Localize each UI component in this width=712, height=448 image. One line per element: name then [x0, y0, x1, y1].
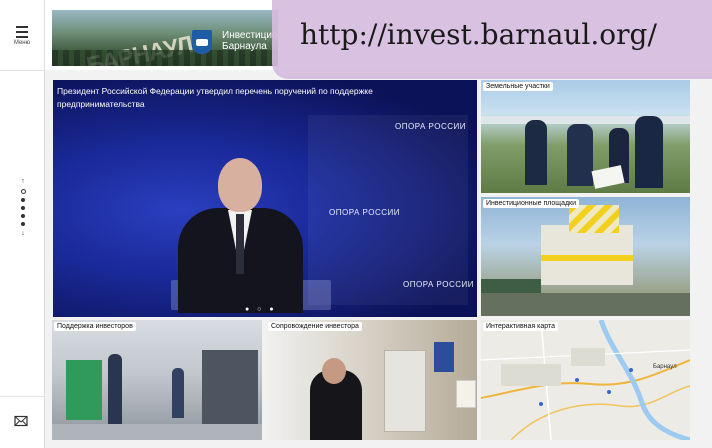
tile-caption: Интерактивная карта — [483, 322, 559, 331]
slide-navigator: ↑ ↓ — [18, 176, 28, 239]
tile-investor-support[interactable]: Поддержка инвесторов — [52, 320, 262, 440]
person-figure — [525, 120, 547, 185]
map-graphic — [481, 320, 690, 440]
slide-dot-1[interactable] — [20, 189, 26, 194]
yellow-stripe — [541, 255, 633, 261]
hero-headline[interactable]: Президент Российской Федерации утвердил … — [57, 85, 387, 111]
tile-caption: Инвестиционные площадки — [483, 199, 580, 208]
sidebar-divider — [0, 396, 44, 397]
wall-poster — [456, 380, 476, 408]
wall-poster — [434, 342, 454, 372]
site-brand: Инвестиционный Барнаула — [222, 30, 278, 52]
worker-figure — [172, 368, 184, 418]
backdrop-text: ОПОРА РОССИИ — [395, 122, 466, 131]
backdrop-text: ОПОРА РОССИИ — [403, 280, 474, 289]
slide-dot-5[interactable] — [21, 222, 25, 226]
brand-line-2: Барнаула — [222, 41, 267, 52]
tile-investment-sites[interactable]: Инвестиционные площадки — [481, 197, 690, 316]
document-sheet — [591, 165, 625, 189]
factory-tower — [569, 205, 619, 233]
mail-icon[interactable] — [14, 414, 28, 428]
backdrop-text: ОПОРА РОССИИ — [329, 208, 400, 217]
map-city-label: Барнаул — [653, 364, 677, 370]
hamburger-icon — [16, 26, 28, 38]
tile-caption: Поддержка инвесторов — [54, 322, 136, 331]
speaker-photo — [178, 158, 303, 313]
worker-figure — [108, 354, 122, 424]
equipment-rack — [202, 350, 258, 430]
brand-line-1: Инвестиционный — [222, 30, 278, 41]
url-watermark: http://invest.barnaul.org/ — [300, 18, 657, 51]
banner-trees — [52, 50, 278, 66]
city-logo-icon — [192, 30, 212, 54]
left-sidebar: Меню ↑ ↓ — [0, 0, 45, 448]
tile-land-plots[interactable]: Земельные участки — [481, 80, 690, 193]
slide-dot-4[interactable] — [21, 214, 25, 218]
tile-caption: Сопровождение инвестора — [268, 322, 362, 331]
sidebar-divider — [0, 70, 44, 71]
menu-button[interactable]: Меню — [0, 22, 44, 58]
person-figure — [567, 124, 593, 186]
tile-caption: Земельные участки — [483, 82, 553, 91]
person-head — [322, 358, 346, 384]
tile-interactive-map[interactable]: Барнаул Интерактивная карта — [481, 320, 690, 440]
city-banner[interactable]: БАРНАУЛ Инвестиционный Барнаула — [52, 10, 278, 66]
tile-investor-escort[interactable]: Сопровождение инвестора — [266, 320, 477, 440]
door — [384, 350, 426, 432]
person-figure — [635, 116, 663, 188]
slide-down-arrow[interactable]: ↓ — [18, 230, 28, 237]
machine — [66, 360, 102, 420]
ground — [481, 293, 690, 316]
hero-news-slide[interactable]: ОПОРА РОССИИ ОПОРА РОССИИ ОПОРА РОССИИ П… — [53, 80, 477, 317]
slide-up-arrow[interactable]: ↑ — [18, 178, 28, 185]
slide-dot-3[interactable] — [21, 206, 25, 210]
slide-dot-2[interactable] — [21, 198, 25, 202]
carousel-dots[interactable]: ● ○ ● — [245, 306, 277, 313]
menu-label: Меню — [13, 40, 31, 46]
floor — [52, 424, 262, 440]
